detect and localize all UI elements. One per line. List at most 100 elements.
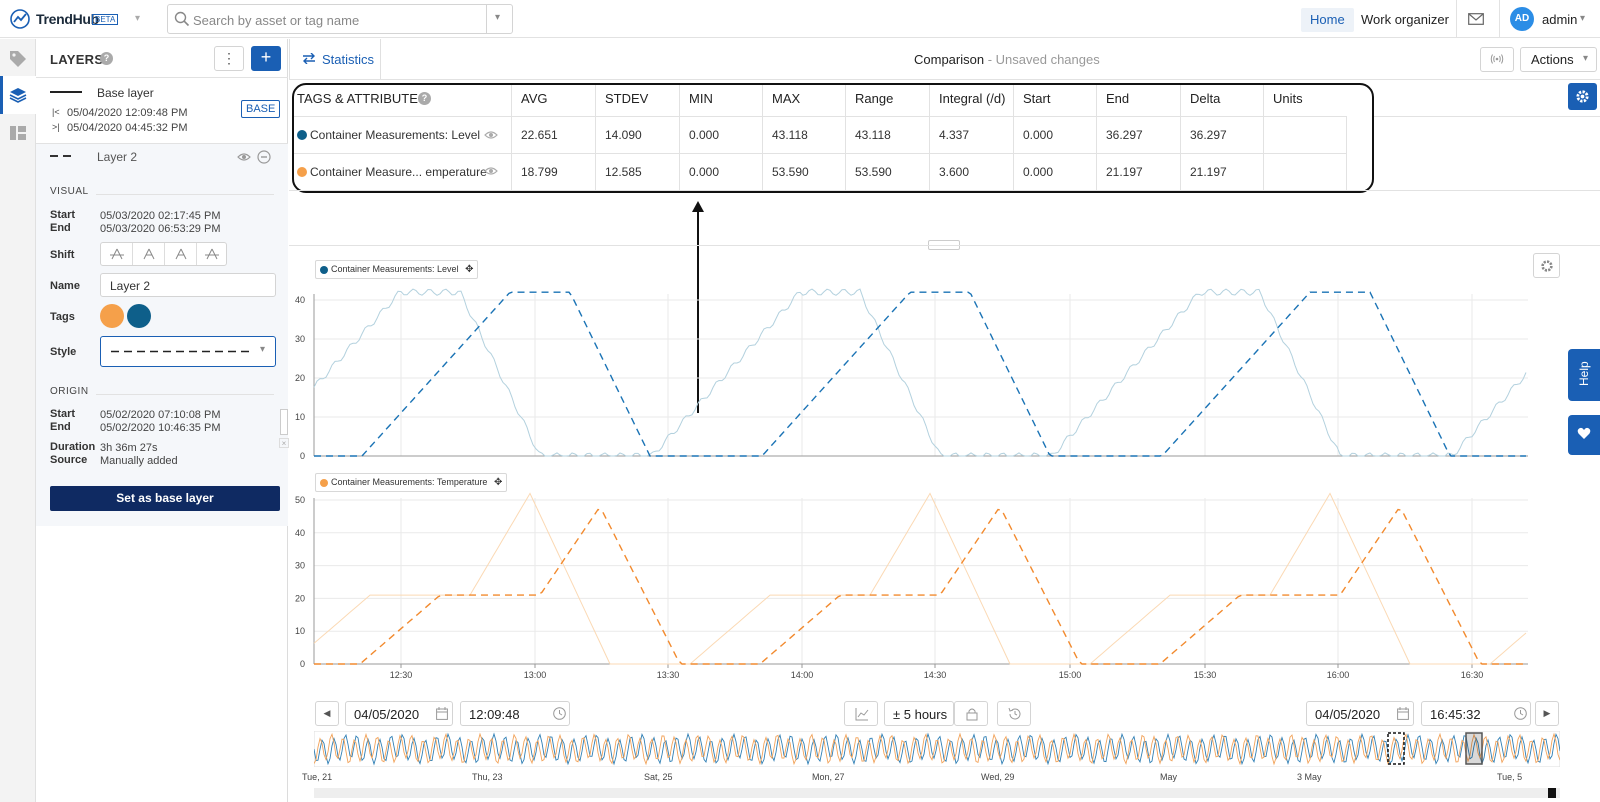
base-badge: BASE bbox=[241, 100, 281, 118]
col-header-min[interactable]: MIN bbox=[689, 91, 713, 106]
dashboard-icon[interactable] bbox=[9, 125, 27, 141]
x-tick-label: 16:30 bbox=[1461, 670, 1484, 680]
range-selector[interactable]: ± 5 hours bbox=[884, 701, 954, 726]
col-header-delta[interactable]: Delta bbox=[1190, 91, 1220, 106]
lock-range-button[interactable] bbox=[954, 701, 988, 726]
shift-right-far-icon[interactable] bbox=[205, 248, 219, 260]
end-time-input[interactable]: 16:45:32 bbox=[1421, 701, 1531, 726]
cell-max: 53.590 bbox=[772, 165, 809, 179]
remove-layer-icon[interactable] bbox=[257, 150, 271, 164]
table-settings-button[interactable] bbox=[1568, 83, 1597, 110]
add-layer-button[interactable]: + bbox=[251, 46, 281, 71]
nav-home[interactable]: Home bbox=[1301, 8, 1354, 32]
avatar[interactable]: AD bbox=[1510, 7, 1534, 31]
col-header-start[interactable]: Start bbox=[1023, 91, 1050, 106]
layers-panel: LAYERS ? ⋮ + Base layer |< 05/04/2020 12… bbox=[36, 39, 289, 802]
overview-scrollbar[interactable] bbox=[314, 788, 1560, 798]
lock-icon bbox=[966, 707, 978, 721]
overview-tick: Thu, 23 bbox=[472, 772, 503, 782]
page-title: Comparison - Unsaved changes bbox=[914, 52, 1100, 67]
name-label: Name bbox=[50, 280, 80, 292]
tag-color-swatch-temperature[interactable] bbox=[100, 304, 124, 328]
end-date-input[interactable]: 04/05/2020 bbox=[1306, 701, 1414, 726]
search-dropdown-icon[interactable]: ▾ bbox=[495, 12, 500, 23]
col-header-stdev[interactable]: STDEV bbox=[605, 91, 648, 106]
scrollbar-thumb[interactable] bbox=[1548, 788, 1556, 798]
move-icon[interactable]: ✥ bbox=[494, 477, 502, 488]
mail-icon[interactable] bbox=[1468, 13, 1484, 25]
tag-color-swatch-level[interactable] bbox=[127, 304, 151, 328]
clock-icon[interactable] bbox=[1514, 707, 1527, 720]
chart-mode-button[interactable] bbox=[844, 701, 878, 726]
live-mode-button[interactable] bbox=[1480, 47, 1514, 72]
next-range-button[interactable]: ▶ bbox=[1535, 701, 1559, 726]
col-header-end[interactable]: End bbox=[1106, 91, 1129, 106]
cell-avg: 18.799 bbox=[521, 165, 558, 179]
level-chart[interactable]: 40 30 20 10 0 bbox=[290, 280, 1560, 470]
col-header-integral[interactable]: Integral (/d) bbox=[939, 91, 1005, 106]
base-window-selector[interactable] bbox=[1465, 732, 1483, 765]
help-tab[interactable]: Help bbox=[1568, 349, 1600, 401]
start-time-input[interactable]: 12:09:48 bbox=[460, 701, 570, 726]
col-header-max[interactable]: MAX bbox=[772, 91, 800, 106]
overview-navigator[interactable] bbox=[314, 731, 1560, 767]
left-rail bbox=[0, 39, 36, 802]
close-icon[interactable]: × bbox=[279, 438, 289, 448]
history-button[interactable] bbox=[997, 701, 1031, 726]
temperature-chart[interactable]: 50 40 30 20 10 0 12:30 13:00 13:30 14:00 14:30 15:… bbox=[290, 490, 1560, 695]
eye-icon[interactable] bbox=[484, 130, 498, 140]
col-header-units[interactable]: Units bbox=[1273, 91, 1303, 106]
start-date-input[interactable]: 04/05/2020 bbox=[345, 701, 453, 726]
layers-more-button[interactable]: ⋮ bbox=[214, 46, 244, 71]
trendhub-logo-icon[interactable] bbox=[10, 9, 30, 29]
start-marker-icon: |< bbox=[52, 107, 60, 117]
chart-settings-button[interactable] bbox=[1533, 253, 1560, 278]
row-tag-name[interactable]: Container Measurements: Level bbox=[310, 128, 480, 142]
layers-rail-item[interactable] bbox=[0, 76, 36, 114]
feedback-tab[interactable] bbox=[1568, 415, 1600, 455]
x-tick-label: 15:00 bbox=[1059, 670, 1082, 680]
calendar-icon[interactable] bbox=[436, 707, 448, 720]
overview-tick: 3 May bbox=[1297, 772, 1322, 782]
set-as-base-layer-button[interactable]: Set as base layer bbox=[50, 486, 280, 511]
level-legend[interactable]: Container Measurements: Level ✥ bbox=[315, 260, 479, 279]
eye-icon[interactable] bbox=[484, 166, 498, 176]
tab-statistics[interactable]: Statistics bbox=[289, 39, 381, 79]
app-menu-chevron-icon[interactable]: ▾ bbox=[135, 13, 140, 24]
divider bbox=[845, 85, 846, 191]
tag-icon[interactable] bbox=[9, 50, 27, 68]
divider bbox=[294, 153, 1346, 154]
cell-integral: 3.600 bbox=[939, 165, 970, 179]
layer2-name[interactable]: Layer 2 bbox=[97, 150, 137, 164]
col-header-avg[interactable]: AVG bbox=[521, 91, 548, 106]
user-name[interactable]: admin bbox=[1542, 12, 1577, 27]
layer-name-input[interactable]: Layer 2 bbox=[100, 273, 276, 297]
layer2-panel bbox=[36, 143, 288, 526]
help-icon[interactable]: ? bbox=[418, 92, 431, 105]
cell-integral: 4.337 bbox=[939, 128, 970, 142]
line-chart-icon bbox=[855, 707, 869, 721]
history-icon bbox=[1008, 707, 1022, 721]
shift-right-icon[interactable] bbox=[174, 248, 188, 260]
user-menu-chevron-icon[interactable]: ▾ bbox=[1580, 13, 1585, 24]
panel-resize-handle[interactable] bbox=[280, 409, 288, 435]
eye-icon[interactable] bbox=[237, 152, 251, 162]
end-marker-icon: >| bbox=[52, 122, 60, 132]
app-name[interactable]: TrendHub bbox=[36, 11, 99, 27]
shift-left-far-icon[interactable] bbox=[110, 248, 124, 260]
clock-icon[interactable] bbox=[553, 707, 566, 720]
calendar-icon[interactable] bbox=[1397, 707, 1409, 720]
previous-range-button[interactable]: ◀ bbox=[315, 701, 339, 726]
help-icon[interactable]: ? bbox=[100, 52, 113, 65]
row-tag-name[interactable]: Container Measure... emperature bbox=[310, 165, 487, 179]
search-input[interactable]: Search by asset or tag name ▾ bbox=[167, 4, 513, 34]
source-label: Source bbox=[50, 454, 88, 466]
actions-button[interactable]: Actions ▾ bbox=[1520, 47, 1597, 72]
col-header-tags[interactable]: TAGS & ATTRIBUTES bbox=[297, 91, 427, 106]
line-style-select[interactable]: ▾ bbox=[100, 336, 276, 367]
nav-work-organizer[interactable]: Work organizer bbox=[1361, 12, 1449, 27]
col-header-range[interactable]: Range bbox=[855, 91, 893, 106]
cell-avg: 22.651 bbox=[521, 128, 558, 142]
move-icon[interactable]: ✥ bbox=[465, 264, 473, 275]
shift-left-icon[interactable] bbox=[142, 248, 156, 260]
